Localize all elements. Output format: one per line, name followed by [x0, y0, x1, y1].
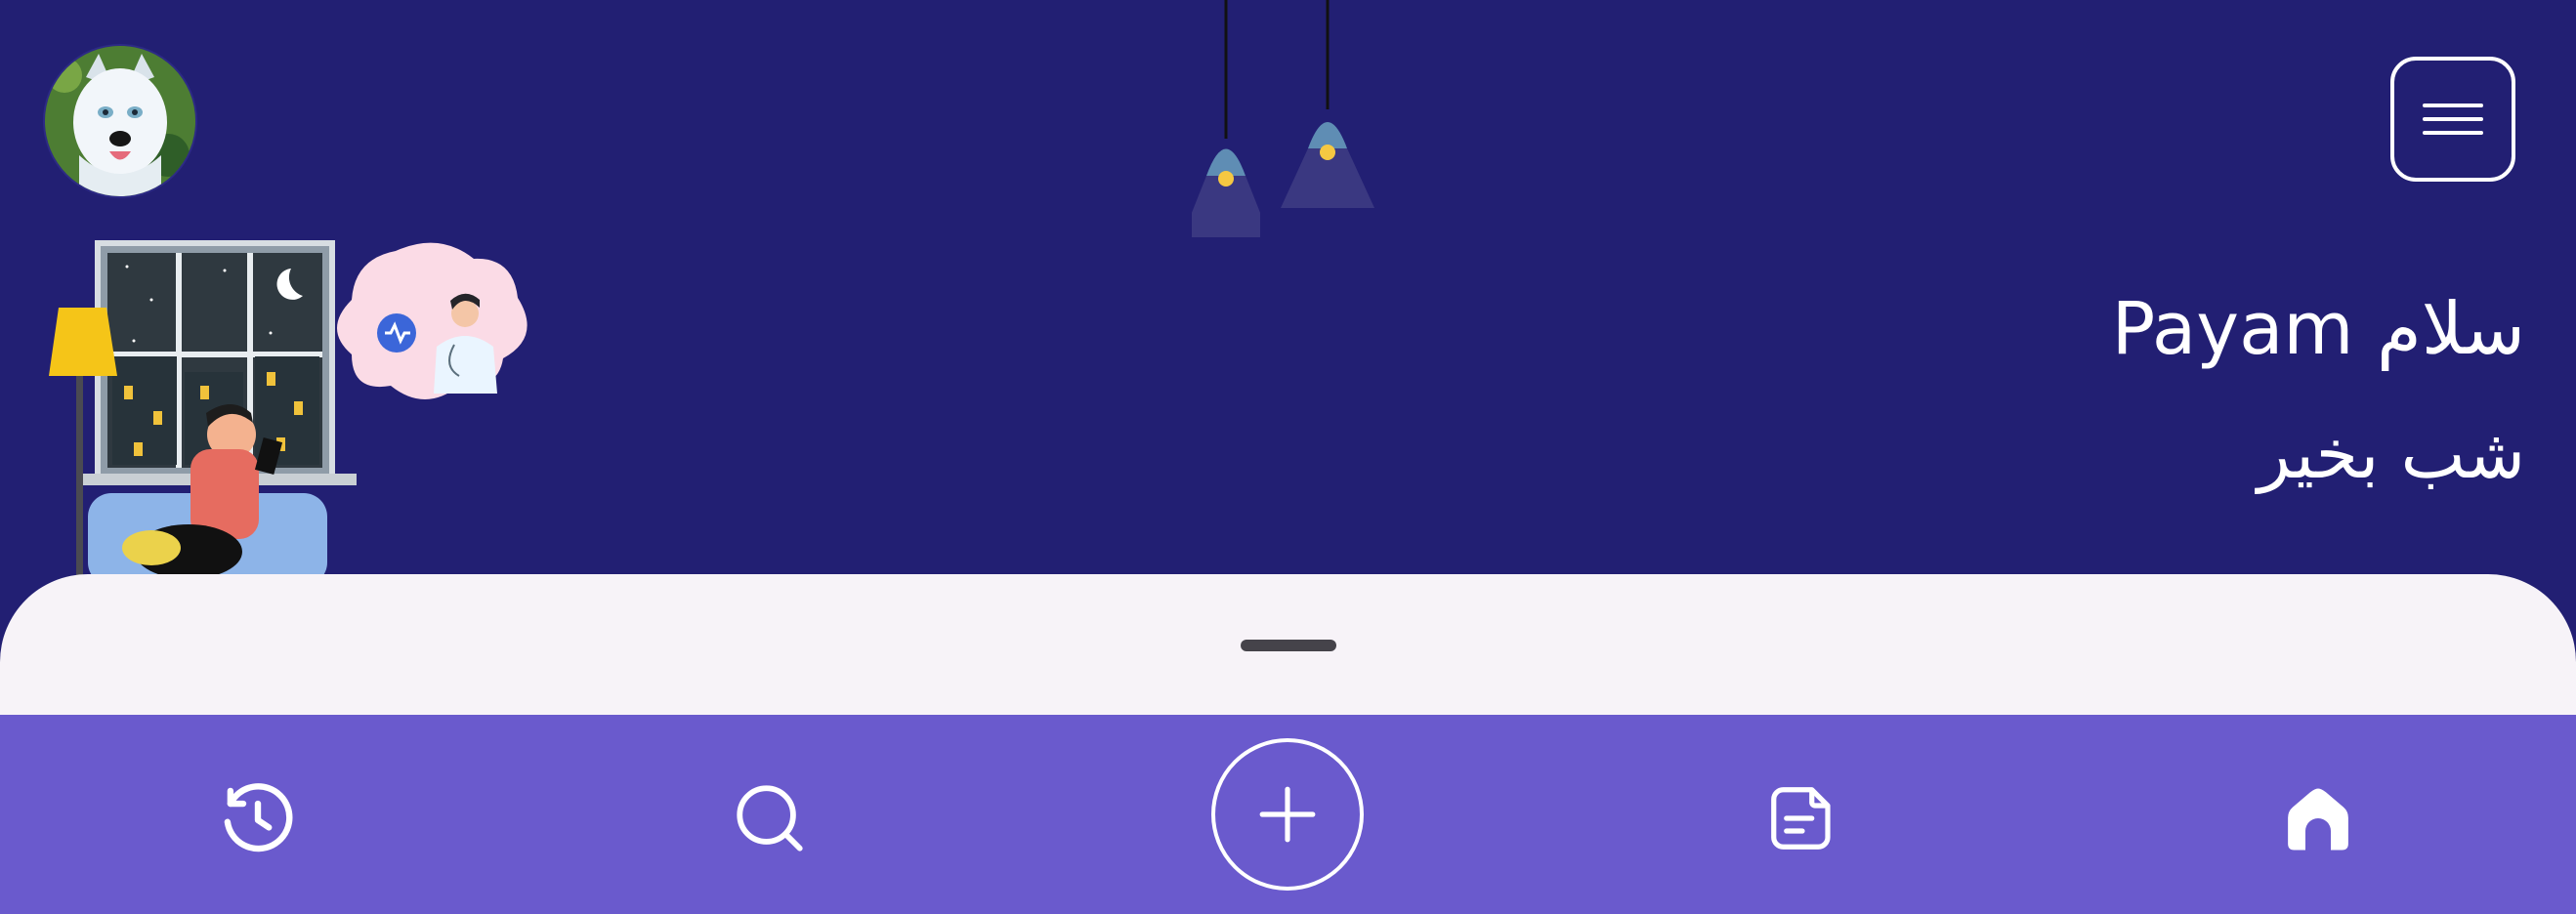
home-tab[interactable]: [2269, 769, 2367, 867]
greeting-text: سلام Payam: [2111, 287, 2525, 371]
history-tab[interactable]: [209, 769, 307, 867]
hanging-lamp-right: [1281, 0, 1374, 208]
add-button[interactable]: [1211, 738, 1364, 891]
time-of-day-greeting: شب بخیر: [2257, 414, 2525, 494]
document-icon: [1771, 787, 1831, 850]
hamburger-menu-button[interactable]: [2390, 57, 2515, 182]
search-icon: [737, 785, 803, 852]
hanging-lamp-left: [1192, 0, 1260, 237]
plus-icon: [1259, 786, 1316, 843]
bottom-sheet-drag-handle[interactable]: [1241, 640, 1336, 651]
home-icon: [2288, 788, 2348, 851]
documents-tab[interactable]: [1753, 769, 1851, 867]
header-area: سلام Payam شب بخیر: [0, 0, 2576, 586]
bottom-sheet[interactable]: [0, 574, 2576, 730]
search-tab[interactable]: [721, 769, 819, 867]
telehealth-illustration: [49, 240, 528, 576]
hamburger-menu-icon: [2423, 104, 2483, 135]
husky-dog-avatar-image: [45, 46, 195, 196]
profile-avatar[interactable]: [45, 46, 195, 196]
history-icon: [224, 783, 293, 852]
